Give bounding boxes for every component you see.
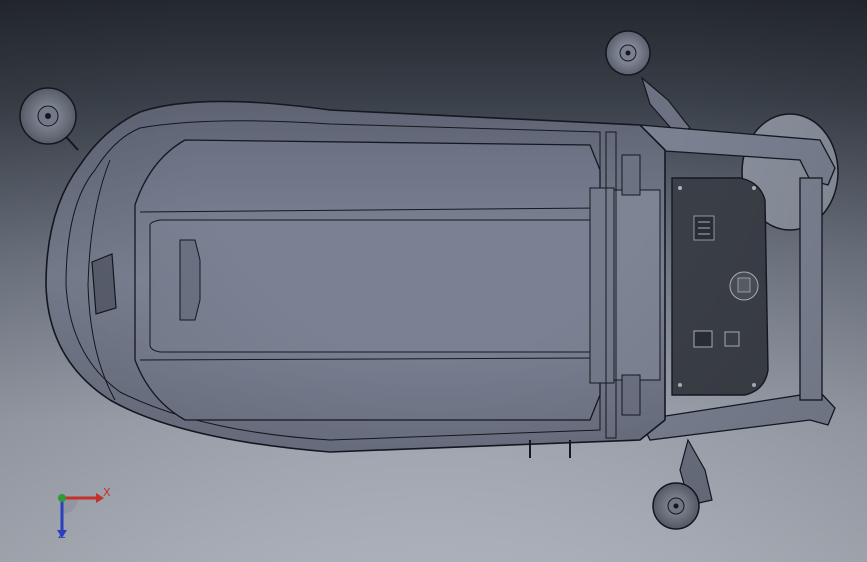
rear-wheel-top <box>19 87 79 151</box>
power-button[interactable] <box>693 330 713 348</box>
cad-viewport[interactable]: X Z <box>0 0 867 562</box>
caster-wheel-bottom <box>652 438 713 530</box>
z-axis-label: Z <box>58 528 66 541</box>
tank-lid <box>134 139 601 421</box>
handle-slot <box>91 253 117 315</box>
caster-wheel-top <box>605 30 691 135</box>
x-axis-label: X <box>103 486 111 499</box>
cart-model-3d[interactable] <box>0 0 867 562</box>
control-panel[interactable] <box>671 177 769 396</box>
